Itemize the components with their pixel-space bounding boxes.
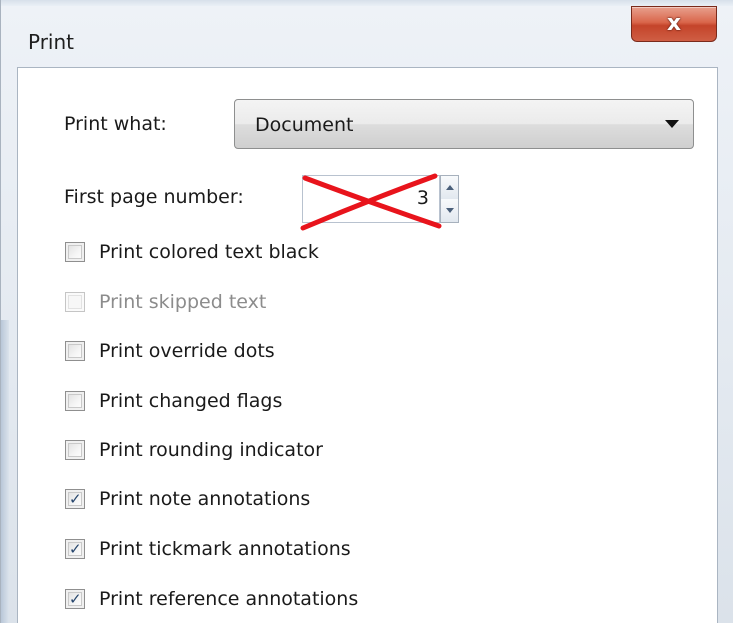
option-print-skipped-text: Print skipped text [65, 288, 266, 316]
option-label: Print rounding indicator [99, 439, 323, 461]
option-print-changed-flags[interactable]: Print changed flags [65, 387, 282, 415]
option-print-rounding-indicator[interactable]: Print rounding indicator [65, 436, 323, 464]
print-dialog: Print x Print what: Document First page … [0, 0, 733, 623]
red-cross-out-mark [300, 173, 442, 231]
option-print-colored-text-black[interactable]: Print colored text black [65, 238, 319, 266]
checkbox [65, 292, 85, 312]
option-print-tickmark-annotations[interactable]: ✓ Print tickmark annotations [65, 535, 351, 563]
option-label: Print note annotations [99, 488, 311, 510]
close-icon: x [666, 11, 682, 36]
window-edge [1, 320, 9, 623]
option-label: Print changed flags [99, 390, 283, 412]
arrow-down-icon [445, 208, 454, 213]
checkbox[interactable]: ✓ [65, 589, 85, 609]
print-what-selected-value: Document [255, 114, 354, 136]
arrow-up-icon [445, 185, 454, 190]
spin-down-button[interactable] [441, 199, 458, 222]
chevron-down-icon [665, 120, 679, 128]
option-label: Print skipped text [99, 291, 267, 313]
option-label: Print colored text black [99, 241, 319, 263]
option-print-reference-annotations[interactable]: ✓ Print reference annotations [65, 585, 358, 613]
first-page-number-spinner [440, 175, 459, 223]
option-label: Print tickmark annotations [99, 538, 351, 560]
spin-up-button[interactable] [441, 176, 458, 200]
option-print-override-dots[interactable]: Print override dots [65, 337, 275, 365]
checkbox[interactable] [65, 341, 85, 361]
first-page-number-input[interactable]: 3 [300, 173, 442, 231]
checkbox[interactable] [65, 391, 85, 411]
checkmark-icon: ✓ [69, 590, 82, 608]
checkbox[interactable] [65, 242, 85, 262]
dialog-title: Print [28, 30, 75, 54]
checkmark-icon: ✓ [69, 490, 82, 508]
print-what-dropdown[interactable]: Document [234, 99, 694, 149]
option-label: Print reference annotations [99, 588, 359, 610]
print-what-label: Print what: [64, 113, 167, 135]
title-bar[interactable] [1, 0, 733, 6]
option-print-note-annotations[interactable]: ✓ Print note annotations [65, 485, 310, 513]
option-label: Print override dots [99, 340, 275, 362]
checkbox[interactable]: ✓ [65, 489, 85, 509]
checkbox[interactable]: ✓ [65, 539, 85, 559]
checkmark-icon: ✓ [69, 540, 82, 558]
close-button[interactable]: x [631, 6, 717, 42]
first-page-number-label: First page number: [64, 186, 244, 208]
checkbox[interactable] [65, 440, 85, 460]
